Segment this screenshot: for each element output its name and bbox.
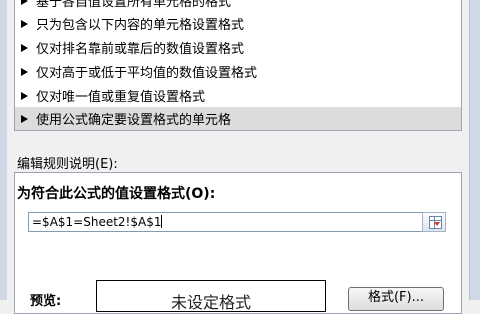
preview-box: 未设定格式 <box>96 280 326 312</box>
rule-type-item[interactable]: 基于各自值设置所有单元格的格式 <box>15 0 461 12</box>
rule-type-label: 仅对唯一值或重复值设置格式 <box>36 90 206 105</box>
formula-value: =$A$1=Sheet2!$A$1 <box>32 215 163 229</box>
text-caret <box>161 215 163 228</box>
rule-type-item[interactable]: 仅对高于或低于平均值的数值设置格式 <box>15 60 461 83</box>
preview-text: 未设定格式 <box>170 293 251 312</box>
rule-description-label: 编辑规则说明(E): <box>17 157 118 172</box>
formula-input[interactable]: =$A$1=Sheet2!$A$1 <box>28 212 446 232</box>
rule-type-item[interactable]: 只为包含以下内容的单元格设置格式 <box>15 12 461 35</box>
collapse-arrow-icon <box>434 222 440 226</box>
dialog-left-border <box>0 0 7 300</box>
rule-type-list[interactable]: 基于各自值设置所有单元格的格式 只为包含以下内容的单元格设置格式 仅对排名靠前或… <box>14 0 462 131</box>
bullet-arrow-icon <box>21 114 28 123</box>
rule-type-item[interactable]: 仅对唯一值或重复值设置格式 <box>15 84 461 107</box>
rule-type-item-selected[interactable]: 使用公式确定要设置格式的单元格 <box>15 107 461 130</box>
range-select-button[interactable] <box>422 212 446 232</box>
format-button[interactable]: 格式(F)... <box>348 287 444 311</box>
dialog-right-border <box>469 0 480 300</box>
bullet-arrow-icon <box>21 19 28 28</box>
bullet-arrow-icon <box>21 0 28 5</box>
rule-type-label: 只为包含以下内容的单元格设置格式 <box>36 18 245 33</box>
bullet-arrow-icon <box>21 67 28 76</box>
rule-type-label: 使用公式确定要设置格式的单元格 <box>36 113 232 128</box>
rule-type-item[interactable]: 仅对排名靠前或靠后的数值设置格式 <box>15 36 461 59</box>
bullet-arrow-icon <box>21 91 28 100</box>
formula-label: 为符合此公式的值设置格式(O): <box>17 186 216 202</box>
rule-type-label: 基于各自值设置所有单元格的格式 <box>36 0 232 10</box>
rule-type-label: 仅对高于或低于平均值的数值设置格式 <box>36 66 258 81</box>
bullet-arrow-icon <box>21 43 28 52</box>
rule-type-label: 仅对排名靠前或靠后的数值设置格式 <box>36 42 245 57</box>
